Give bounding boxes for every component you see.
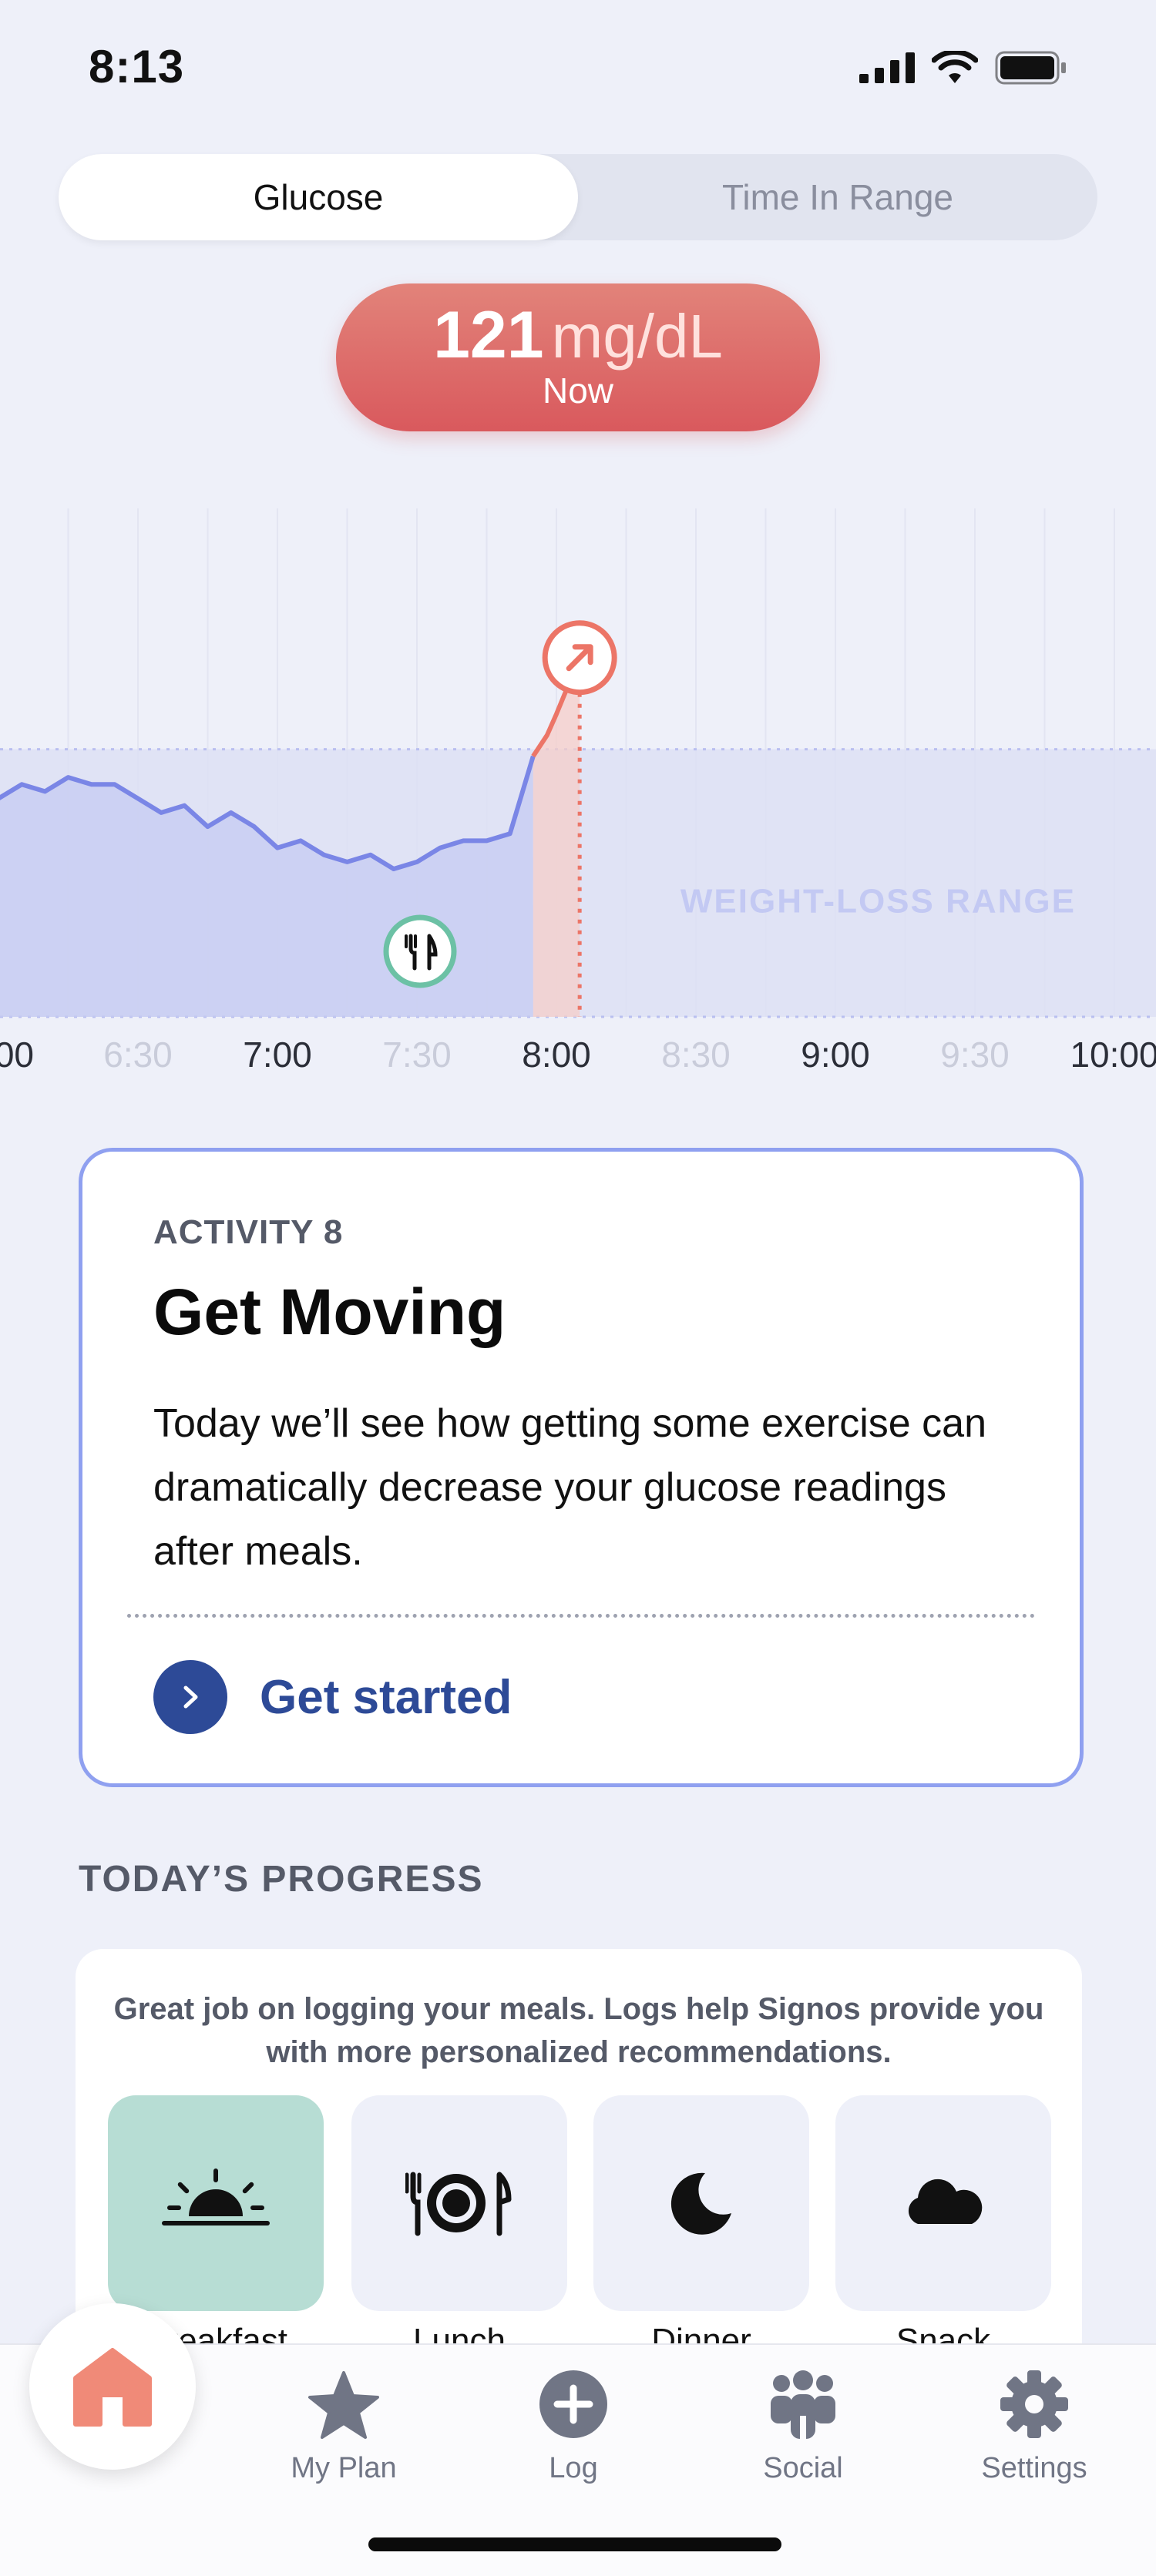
- tab-time-in-range[interactable]: Time In Range: [578, 154, 1097, 240]
- tab-label-social: Social: [763, 2452, 843, 2484]
- get-started-label: Get started: [260, 1670, 512, 1724]
- tab-label-log: Log: [549, 2452, 598, 2484]
- weight-loss-range-label: WEIGHT-LOSS RANGE: [680, 883, 1076, 921]
- cellular-signal-icon: [859, 52, 915, 83]
- get-started-button[interactable]: Get started: [153, 1660, 512, 1734]
- plate-icon: [405, 2172, 512, 2236]
- x-tick-label: 9:30: [940, 1035, 1010, 1075]
- x-axis-ticks: 00 6:30 7:00 7:30 8:00 8:30 9:00 9:30 10:00: [0, 1035, 1156, 1075]
- x-tick-label: 10:00: [1070, 1035, 1156, 1075]
- meal-tile-lunch[interactable]: [351, 2095, 567, 2311]
- x-tick-label: 6:30: [103, 1035, 173, 1075]
- tab-log[interactable]: Log: [489, 2370, 658, 2485]
- star-icon: [308, 2371, 379, 2439]
- activity-card[interactable]: ACTIVITY 8 Get Moving Today we’ll see ho…: [79, 1148, 1084, 1787]
- gear-icon: [1000, 2370, 1068, 2438]
- tab-glucose[interactable]: Glucose: [59, 154, 578, 240]
- people-icon: [771, 2370, 835, 2439]
- todays-progress-heading: TODAY’S PROGRESS: [79, 1859, 484, 1900]
- meal-marker[interactable]: [383, 914, 457, 988]
- tab-social[interactable]: Social: [718, 2370, 888, 2485]
- chevron-right-icon: [153, 1660, 227, 1734]
- plus-circle-icon: [539, 2370, 607, 2438]
- meal-tile-snack[interactable]: [835, 2095, 1051, 2311]
- status-time: 8:13: [89, 41, 185, 92]
- moon-icon: [670, 2172, 731, 2235]
- glucose-unit: mg/dL: [551, 302, 723, 371]
- status-bar: 8:13: [0, 0, 1156, 139]
- tab-settings[interactable]: Settings: [949, 2370, 1119, 2485]
- wifi-icon: [932, 51, 978, 83]
- cloud-icon: [908, 2179, 983, 2224]
- divider: [127, 1614, 1035, 1618]
- tab-home[interactable]: [29, 2303, 196, 2470]
- home-icon: [73, 2348, 152, 2427]
- x-tick-label: 7:30: [382, 1035, 452, 1075]
- meal-tile-breakfast[interactable]: [108, 2095, 324, 2311]
- x-tick-label: 8:30: [661, 1035, 731, 1075]
- current-glucose-badge[interactable]: 121 mg/dL Now: [336, 283, 820, 431]
- glucose-view-segmented-control: Glucose Time In Range: [59, 154, 1097, 240]
- activity-description: Today we’ll see how getting some exercis…: [153, 1401, 987, 1574]
- x-tick-label: 7:00: [243, 1035, 312, 1075]
- activity-title: Get Moving: [153, 1276, 506, 1348]
- tab-label-my-plan: My Plan: [291, 2452, 397, 2484]
- x-tick-label: 00: [0, 1035, 34, 1075]
- tab-label-settings: Settings: [981, 2452, 1087, 2484]
- sunrise-icon: [162, 2168, 270, 2225]
- x-tick-label: 9:00: [801, 1035, 870, 1075]
- glucose-now-label: Now: [542, 371, 614, 411]
- progress-card: Great job on logging your meals. Logs he…: [76, 1949, 1082, 2380]
- home-indicator: [368, 2537, 781, 2551]
- tab-my-plan[interactable]: My Plan: [259, 2370, 428, 2485]
- activity-number: ACTIVITY 8: [153, 1213, 344, 1251]
- meal-tile-dinner[interactable]: [593, 2095, 809, 2311]
- trend-up-marker[interactable]: [542, 620, 617, 696]
- x-tick-label: 8:00: [522, 1035, 591, 1075]
- glucose-chart[interactable]: WEIGHT-LOSS RANGE 00 6:30 7:00 7:30 8:00 8:30…: [0, 493, 1156, 1078]
- glucose-value: 121: [433, 298, 544, 372]
- progress-message: Great job on logging your meals. Logs he…: [113, 1992, 1044, 2069]
- status-icons: [859, 51, 1067, 85]
- battery-icon: [995, 51, 1066, 85]
